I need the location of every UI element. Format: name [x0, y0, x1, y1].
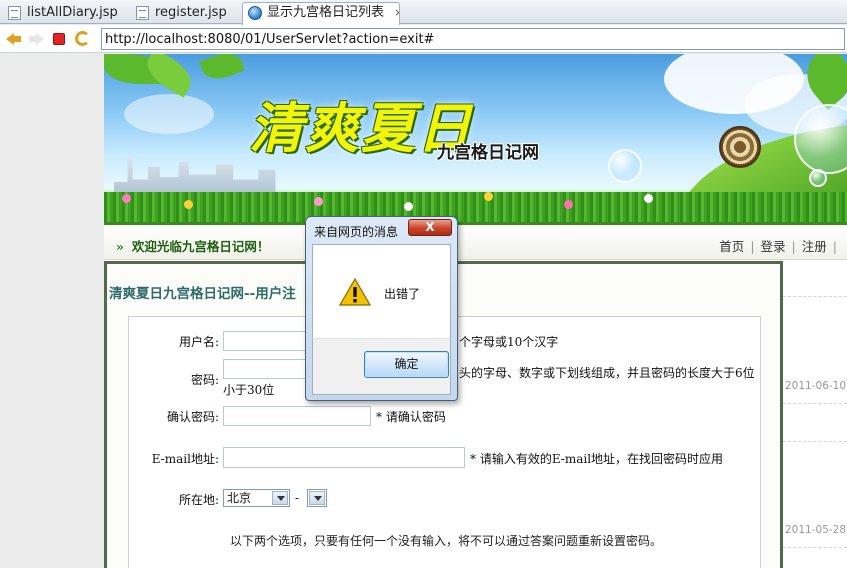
login-link[interactable]: 登录: [761, 239, 786, 254]
password-hint-continued: 小于30位: [223, 383, 275, 397]
password-label: 密码:: [190, 373, 219, 387]
editor-tab-bar: listAllDiary.jsp register.jsp 显示九宫格日记列表 …: [0, 0, 847, 25]
location-label: 所在地:: [178, 493, 219, 507]
register-link[interactable]: 注册: [802, 239, 827, 254]
dialog-body: 出错了: [312, 244, 451, 338]
refresh-icon[interactable]: [75, 31, 90, 46]
tab-listalldiary[interactable]: listAllDiary.jsp: [2, 2, 130, 24]
welcome-bar: » 欢迎光临九宫格日记网！ 首页 | 登录 | 注册 |: [104, 222, 847, 260]
confirm-password-hint: * 请确认密码: [376, 410, 446, 424]
city-select[interactable]: [307, 489, 327, 507]
email-hint: * 请输入有效的E-mail地址，在找回密码时应用: [470, 452, 724, 466]
site-banner: 清爽夏日 九宫格日记网: [104, 54, 847, 222]
dialog-close-button[interactable]: X: [408, 219, 452, 236]
globe-icon: [248, 6, 262, 20]
email-label: E-mail地址:: [151, 452, 219, 466]
forward-arrow-icon[interactable]: [28, 31, 44, 47]
welcome-message: » 欢迎光临九宫格日记网！: [116, 239, 270, 254]
dialog-message: 出错了: [384, 287, 421, 301]
dialog-title: 来自网页的消息: [314, 225, 399, 239]
diary-date: 2011-06-10 0: [785, 380, 847, 392]
location-separator: -: [295, 491, 300, 505]
left-gutter: [0, 54, 104, 568]
double-arrow-icon: »: [116, 239, 124, 254]
alert-dialog: 来自网页的消息 X 出错了 确定: [305, 216, 458, 401]
tab-label: 显示九宫格日记列表: [267, 5, 385, 20]
address-bar[interactable]: [101, 28, 845, 50]
username-label: 用户名:: [178, 335, 219, 349]
password-hint: 头的字母、数字或下划线组成，并且密码的长度大于6位: [459, 366, 755, 380]
banner-subtitle: 九宫格日记网: [437, 143, 539, 163]
tab-label: register.jsp: [155, 5, 227, 20]
web-page: 清爽夏日 九宫格日记网 » 欢迎光临九宫格日记网！ 首页 | 登录 | 注册 | 清爽夏日九…: [104, 54, 847, 568]
browser-nav-bar: [0, 25, 847, 53]
security-question-notice: 以下两个选项，只要有任何一个没有输入，将不可以通过答案问题重新设置密码。: [230, 534, 663, 548]
form-title: 清爽夏日九宫格日记网--用户注: [109, 286, 296, 302]
tab-diary-list[interactable]: 显示九宫格日记列表 ×: [242, 2, 400, 25]
tab-label: listAllDiary.jsp: [27, 5, 118, 20]
back-arrow-icon[interactable]: [6, 31, 22, 47]
tab-register[interactable]: register.jsp: [130, 2, 242, 24]
warning-icon: [339, 278, 371, 306]
ok-button[interactable]: 确定: [364, 351, 449, 378]
dialog-footer: 确定: [312, 338, 451, 395]
home-link[interactable]: 首页: [719, 239, 744, 254]
chevron-down-icon: [309, 491, 325, 505]
jsp-file-icon: [136, 6, 149, 20]
diary-date: 2011-05-28 2: [785, 524, 847, 536]
close-tab-icon[interactable]: ×: [394, 6, 399, 19]
stop-icon[interactable]: [53, 33, 65, 45]
province-select[interactable]: 北京: [223, 489, 290, 507]
top-nav-links: 首页 | 登录 | 注册 |: [719, 239, 837, 254]
chevron-down-icon: [272, 491, 288, 505]
jsp-file-icon: [8, 6, 21, 20]
confirm-password-input[interactable]: [223, 406, 371, 426]
email-input[interactable]: [223, 447, 465, 468]
confirm-password-label: 确认密码:: [166, 410, 219, 424]
username-hint: 个字母或10个汉字: [459, 335, 559, 349]
snail-illustration: [719, 126, 761, 168]
